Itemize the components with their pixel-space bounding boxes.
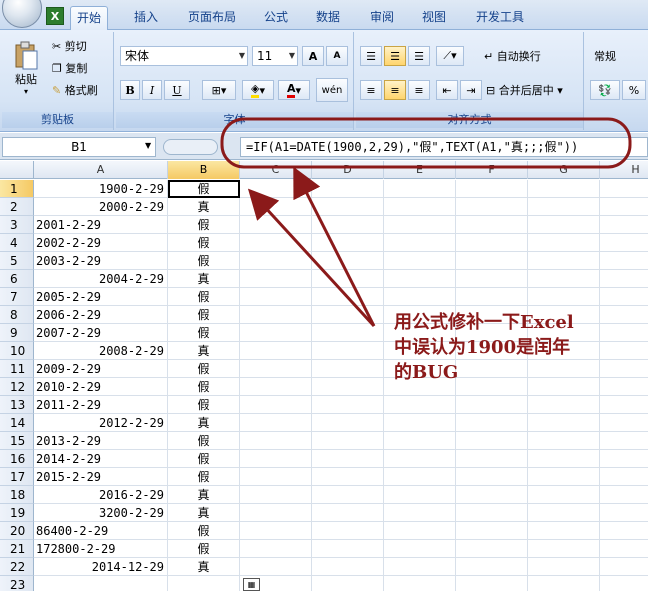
annotation-line-2: 中误认为1900是闰年 xyxy=(394,337,571,358)
annotation-line-3: 的BUG xyxy=(394,362,459,383)
annotation-line-1: 用公式修补一下Excel xyxy=(394,312,574,333)
arrow-to-cell-b1 xyxy=(247,188,376,328)
annotation-text: 用公式修补一下Excel 中误认为1900是闰年 的BUG xyxy=(394,310,644,385)
formula-highlight-ellipse xyxy=(220,117,632,169)
annotation-overlay xyxy=(220,117,632,328)
arrow-to-formula xyxy=(293,166,376,327)
